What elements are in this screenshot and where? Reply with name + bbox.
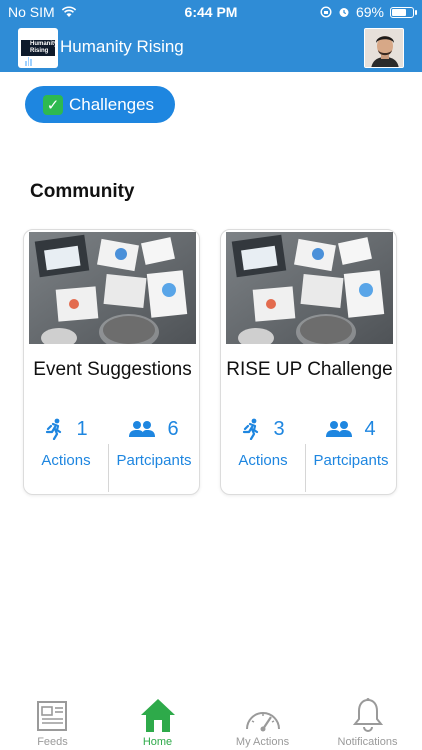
home-icon bbox=[140, 699, 175, 732]
challenge-card[interactable]: Event Suggestions 1 Actions 6 Partcipant… bbox=[23, 229, 200, 495]
participants-stat[interactable]: 6 Partcipants bbox=[112, 416, 196, 470]
tab-notifications[interactable]: Notifications bbox=[315, 693, 420, 750]
actions-stat[interactable]: 1 Actions bbox=[24, 416, 108, 470]
app-header: Humanity Rising Humanity Rising bbox=[0, 24, 422, 72]
participants-count: 6 bbox=[167, 417, 179, 440]
participants-stat[interactable]: 4 Partcipants bbox=[309, 416, 393, 470]
tab-label: Notifications bbox=[337, 736, 398, 748]
stat-divider bbox=[108, 444, 109, 492]
challenges-button[interactable]: ✓ Challenges bbox=[25, 86, 175, 123]
checkmark-icon: ✓ bbox=[43, 94, 63, 115]
card-image bbox=[226, 232, 393, 344]
actions-stat[interactable]: 3 Actions bbox=[221, 416, 305, 470]
card-title: RISE UP Challenge bbox=[226, 359, 393, 380]
speedometer-icon bbox=[245, 712, 280, 732]
section-title: Community bbox=[30, 181, 135, 202]
running-person-icon bbox=[243, 418, 259, 440]
newspaper-icon bbox=[36, 701, 67, 731]
participants-label: Partcipants bbox=[313, 452, 389, 469]
tab-label: My Actions bbox=[235, 736, 290, 748]
app-logo[interactable]: Humanity Rising bbox=[18, 28, 58, 68]
battery-icon bbox=[390, 6, 417, 18]
logo-text: Humanity Rising bbox=[30, 41, 58, 54]
card-image bbox=[29, 232, 196, 344]
tab-label: Feeds bbox=[37, 736, 68, 748]
status-bar: No SIM 6:44 PM 69% bbox=[0, 0, 422, 24]
participants-label: Partcipants bbox=[116, 452, 192, 469]
tab-my-actions[interactable]: My Actions bbox=[210, 693, 315, 750]
alarm-icon bbox=[339, 8, 349, 17]
participants-count: 4 bbox=[364, 417, 376, 440]
actions-label: Actions bbox=[238, 452, 288, 469]
challenge-card[interactable]: RISE UP Challenge 3 Actions 4 Partcipant… bbox=[220, 229, 397, 495]
stat-divider bbox=[305, 444, 306, 492]
battery-percentage: 69% bbox=[355, 4, 384, 20]
people-icon bbox=[326, 421, 353, 437]
logo-bars-icon bbox=[25, 54, 32, 66]
actions-label: Actions bbox=[41, 452, 91, 469]
avatar[interactable] bbox=[364, 28, 404, 68]
tab-label: Home bbox=[142, 736, 173, 748]
running-person-icon bbox=[46, 418, 62, 440]
actions-count: 1 bbox=[76, 417, 88, 440]
bell-icon bbox=[352, 698, 383, 732]
app-title: Humanity Rising bbox=[60, 37, 184, 56]
bottom-tab-bar: Feeds Home My Actions Notifications bbox=[0, 693, 422, 750]
orientation-lock-icon bbox=[320, 6, 332, 18]
tab-feeds[interactable]: Feeds bbox=[0, 693, 105, 750]
tab-home[interactable]: Home bbox=[105, 693, 210, 750]
people-icon bbox=[129, 421, 156, 437]
card-title: Event Suggestions bbox=[33, 359, 192, 380]
challenges-button-label: Challenges bbox=[69, 94, 155, 114]
actions-count: 3 bbox=[273, 417, 285, 440]
